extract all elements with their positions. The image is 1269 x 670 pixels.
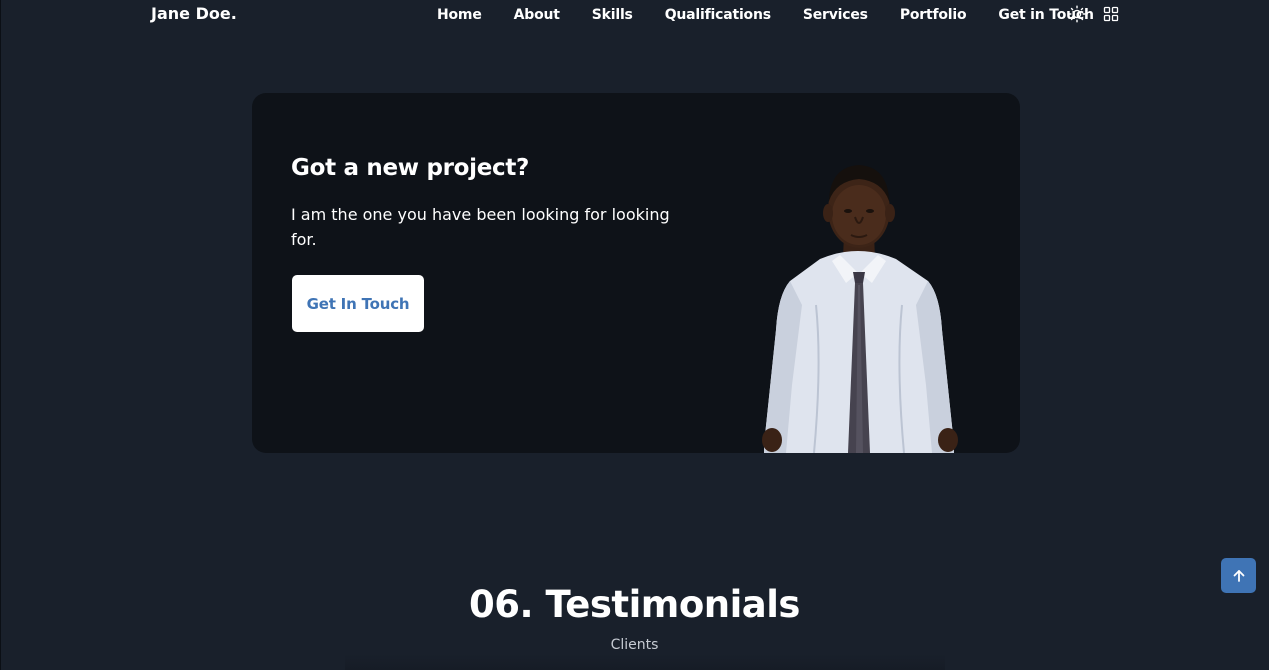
nav-about[interactable]: About xyxy=(514,7,560,23)
nav-portfolio[interactable]: Portfolio xyxy=(900,7,967,23)
nav-services[interactable]: Services xyxy=(803,7,868,23)
arrow-up-icon xyxy=(1232,569,1246,583)
page-edge xyxy=(0,0,1,670)
nav-skills[interactable]: Skills xyxy=(592,7,633,23)
scroll-up-button[interactable] xyxy=(1221,558,1256,593)
brand-logo[interactable]: Jane Doe. xyxy=(151,4,237,23)
grid-icon[interactable] xyxy=(1102,5,1120,23)
get-in-touch-button[interactable]: Get In Touch xyxy=(292,275,424,332)
sun-icon[interactable] xyxy=(1068,5,1086,23)
header: Jane Doe. Home About Skills Qualificatio… xyxy=(0,0,1269,30)
main-nav: Home About Skills Qualifications Service… xyxy=(437,4,1094,26)
project-card: Got a new project? I am the one you have… xyxy=(252,93,1020,453)
nav-qualifications[interactable]: Qualifications xyxy=(665,7,771,23)
testimonials-title: 06. Testimonials xyxy=(469,583,800,626)
project-text: I am the one you have been looking for l… xyxy=(291,205,670,249)
testimonials-content-edge xyxy=(345,654,945,670)
testimonials-subtitle: Clients xyxy=(610,637,659,653)
nav-home[interactable]: Home xyxy=(437,7,482,23)
portrait-photo xyxy=(762,165,958,453)
project-title: Got a new project? xyxy=(291,155,530,181)
